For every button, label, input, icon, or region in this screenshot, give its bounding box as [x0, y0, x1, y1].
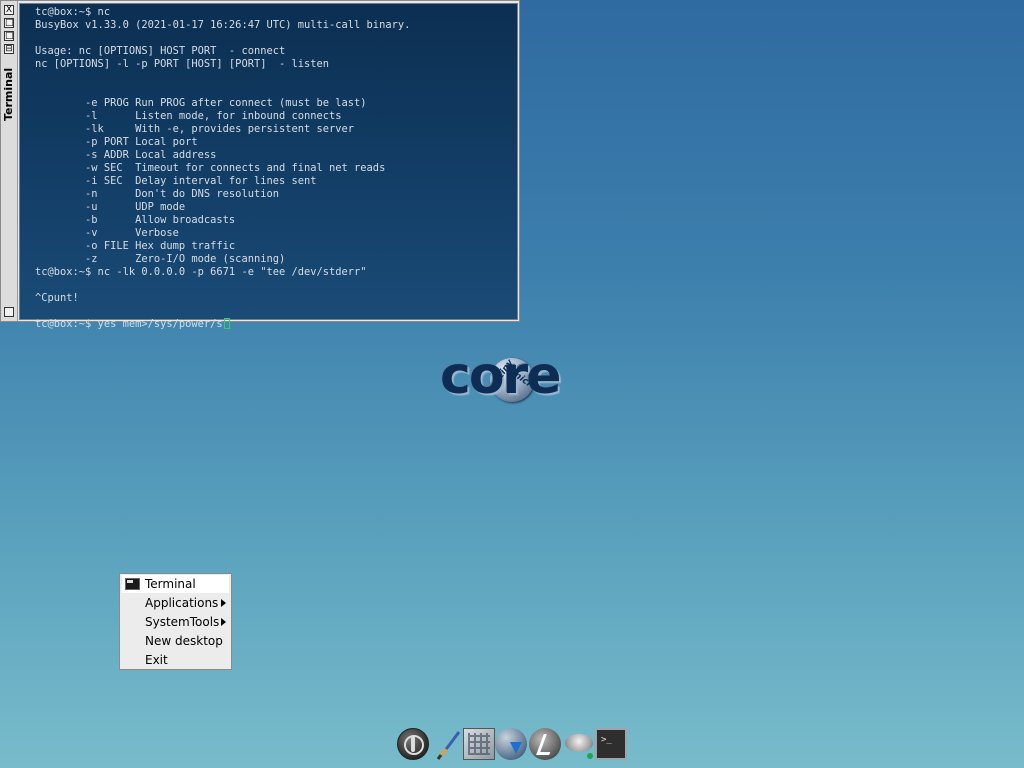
maximize-button[interactable]: □	[4, 31, 14, 41]
close-button[interactable]: X	[4, 5, 14, 15]
menu-item-applications[interactable]: Applications	[122, 594, 229, 612]
terminal-content[interactable]: tc@box:~$ nc BusyBox v1.33.0 (2021-01-17…	[19, 3, 518, 330]
wbar-dock: >_	[395, 726, 627, 762]
terminal-icon[interactable]: >_	[595, 728, 627, 760]
paintbrush-icon[interactable]	[433, 728, 465, 760]
terminal-window[interactable]: X □ □ ⊟ Terminal tc@box:~$ nc BusyBox v1…	[0, 0, 520, 330]
iconify-button[interactable]: □	[4, 18, 14, 28]
submenu-arrow-icon	[221, 618, 226, 626]
menu-item-label: New desktop	[145, 634, 223, 648]
window-titlebar[interactable]: X □ □ ⊟ Terminal	[1, 1, 18, 321]
resize-handle[interactable]	[4, 307, 14, 317]
menu-item-terminal[interactable]: Terminal	[122, 575, 229, 593]
apps-icon[interactable]	[463, 728, 495, 760]
run-icon[interactable]	[529, 728, 561, 760]
terminal-output: tc@box:~$ nc BusyBox v1.33.0 (2021-01-17…	[35, 6, 410, 331]
submenu-arrow-icon	[221, 599, 226, 607]
window-title: Terminal	[2, 67, 15, 121]
terminal-glyph: >_	[601, 735, 612, 745]
control-panel-icon[interactable]	[563, 728, 595, 760]
menu-item-new-desktop[interactable]: New desktop	[122, 632, 229, 650]
text-cursor	[223, 318, 230, 329]
terminal-prompt[interactable]: tc@box:~$ yes mem>/sys/power/s	[35, 318, 223, 330]
menu-item-systemtools[interactable]: SystemTools	[122, 613, 229, 631]
shade-button[interactable]: ⊟	[4, 44, 14, 54]
power-icon[interactable]	[397, 728, 429, 760]
tinycore-logo: core tiny micro	[440, 346, 582, 408]
menu-item-exit[interactable]: Exit	[122, 651, 229, 669]
menu-item-label: Exit	[145, 653, 168, 667]
terminal-icon	[125, 578, 140, 590]
desktop-context-menu: Terminal Applications SystemTools New de…	[119, 573, 232, 670]
menu-item-label: SystemTools	[145, 615, 220, 629]
menu-item-label: Applications	[145, 596, 219, 610]
terminal-history: tc@box:~$ nc BusyBox v1.33.0 (2021-01-17…	[35, 6, 411, 304]
mount-tool-icon[interactable]	[495, 728, 527, 760]
menu-item-label: Terminal	[145, 577, 196, 591]
